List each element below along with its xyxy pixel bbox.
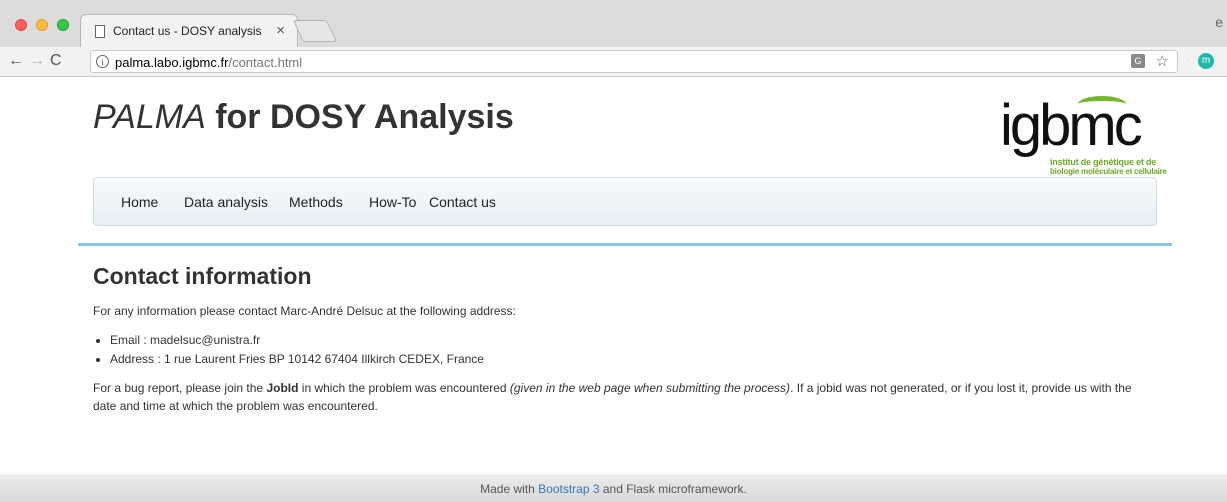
address-bar: ← → C i palma.labo.igbmc.fr/contact.html… <box>0 47 1227 77</box>
bug-pre: For a bug report, please join the <box>93 381 267 395</box>
back-icon[interactable]: ← <box>8 52 24 70</box>
tab-close-icon[interactable]: × <box>276 22 285 39</box>
url-text: palma.labo.igbmc.fr/contact.html <box>115 55 302 70</box>
nav-data-analysis[interactable]: Data analysis <box>184 194 268 210</box>
extension-icon[interactable]: m <box>1198 53 1214 69</box>
igbmc-logo: igbmc institut de génétique et de biolog… <box>1000 92 1170 178</box>
header-divider <box>78 243 1172 246</box>
nav-home[interactable]: Home <box>121 194 158 210</box>
bug-report-text: For a bug report, please join the JobId … <box>93 379 1153 415</box>
reload-icon[interactable]: C <box>50 52 62 70</box>
logo-subtitle-2: biologie moléculaire et cellulaire <box>1050 167 1167 176</box>
page-title: PALMA for DOSY Analysis <box>93 98 514 137</box>
contact-email: Email : madelsuc@unistra.fr <box>110 331 1153 350</box>
nav-methods[interactable]: Methods <box>289 194 343 210</box>
bug-jobid: JobId <box>266 381 299 395</box>
url-input[interactable]: i palma.labo.igbmc.fr/contact.html G ☆ <box>90 50 1178 73</box>
logo-subtitle-1: institut de génétique et de <box>1050 157 1157 167</box>
minimize-window-button[interactable] <box>36 19 48 31</box>
translate-icon[interactable]: G <box>1131 54 1145 68</box>
main-navbar: Home Data analysis Methods How-To Contac… <box>93 177 1157 226</box>
contact-intro: For any information please contact Marc-… <box>93 304 516 318</box>
page-icon <box>95 25 105 38</box>
bug-italic: (given in the web page when submitting t… <box>509 381 791 395</box>
tab-title: Contact us - DOSY analysis <box>113 24 262 38</box>
info-icon[interactable]: i <box>96 55 109 68</box>
new-tab-button[interactable] <box>292 20 338 42</box>
contact-section: Contact information For any information … <box>93 263 1153 415</box>
bug-mid: in which the problem was encountered <box>298 381 510 395</box>
title-palma: PALMA <box>93 98 206 136</box>
url-path: /contact.html <box>228 55 303 70</box>
nav-contact-us[interactable]: Contact us <box>429 194 496 210</box>
contact-list: Email : madelsuc@unistra.fr Address : 1 … <box>110 331 1153 369</box>
forward-icon[interactable]: → <box>29 52 45 70</box>
footer-post: and Flask microframework. <box>599 482 747 496</box>
footer-text: Made with Bootstrap 3 and Flask microfra… <box>480 482 747 496</box>
nav-how-to[interactable]: How-To <box>369 194 416 210</box>
bootstrap-link[interactable]: Bootstrap 3 <box>538 482 599 496</box>
close-window-button[interactable] <box>15 19 27 31</box>
maximize-window-button[interactable] <box>57 19 69 31</box>
contact-address: Address : 1 rue Laurent Fries BP 10142 6… <box>110 350 1153 369</box>
footer-pre: Made with <box>480 482 539 496</box>
browser-tab-bar: Contact us - DOSY analysis × e <box>0 0 1227 47</box>
logo-text: igbmc <box>1000 93 1143 158</box>
menu-icon[interactable]: ⋮ <box>1221 52 1227 69</box>
page-footer: Made with Bootstrap 3 and Flask microfra… <box>0 474 1227 502</box>
title-rest: for DOSY Analysis <box>205 98 514 136</box>
star-icon[interactable]: ☆ <box>1156 52 1169 70</box>
browser-tab[interactable]: Contact us - DOSY analysis × <box>80 14 298 47</box>
contact-heading: Contact information <box>93 263 312 289</box>
url-host: palma.labo.igbmc.fr <box>115 55 229 70</box>
profile-icon[interactable]: e <box>1215 14 1223 30</box>
